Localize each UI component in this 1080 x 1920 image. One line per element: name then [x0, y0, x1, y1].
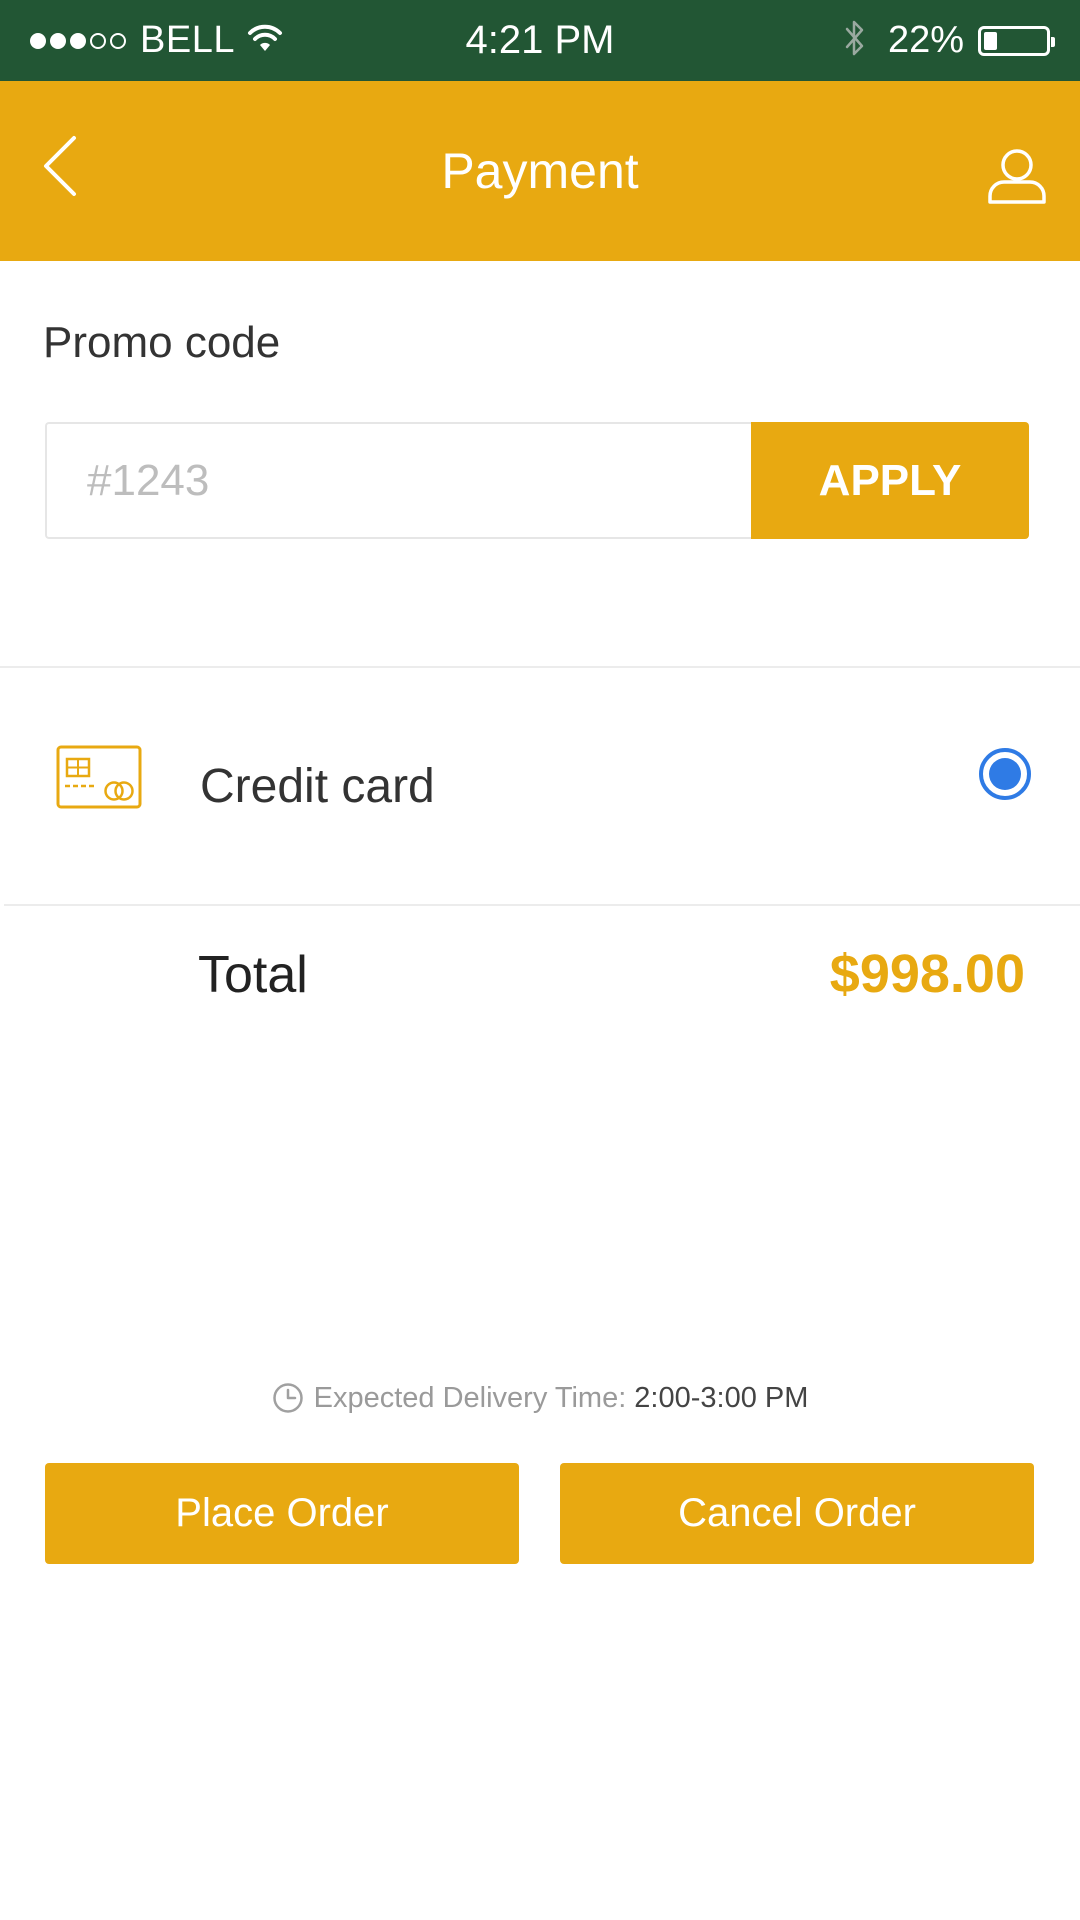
- wifi-icon: [247, 23, 283, 58]
- status-bar-right: 22%: [844, 0, 1055, 81]
- profile-button[interactable]: [982, 141, 1052, 211]
- clock-icon: [272, 1382, 304, 1414]
- divider: [4, 904, 1080, 906]
- cancel-order-button[interactable]: Cancel Order: [560, 1463, 1034, 1564]
- signal-dot: [70, 32, 86, 49]
- signal-strength-icon: [30, 32, 130, 49]
- promo-code-label: Promo code: [43, 318, 281, 367]
- status-bar-left: BELL: [30, 0, 283, 81]
- place-order-button[interactable]: Place Order: [45, 1463, 519, 1564]
- total-amount: $998.00: [829, 944, 1025, 1004]
- battery-fill: [984, 31, 997, 50]
- page-title: Payment: [441, 143, 639, 199]
- apply-button[interactable]: APPLY: [751, 422, 1029, 539]
- battery-icon: [978, 25, 1055, 56]
- promo-code-input[interactable]: [45, 422, 751, 539]
- chevron-left-icon: [44, 136, 76, 196]
- signal-dot: [90, 32, 106, 49]
- back-button[interactable]: [30, 126, 90, 206]
- delivery-time-value: 2:00-3:00 PM: [634, 1381, 809, 1414]
- battery-tip: [1051, 36, 1055, 47]
- payment-screen: BELL 4:21 PM 22% Payment Promo code #124…: [0, 0, 1080, 1920]
- user-icon: [988, 149, 1046, 204]
- app-header: Payment: [0, 81, 1080, 261]
- payment-method-radio[interactable]: [979, 748, 1031, 800]
- divider: [0, 666, 1080, 668]
- bluetooth-icon: [844, 18, 866, 63]
- signal-dot: [110, 32, 126, 49]
- credit-card-icon: [56, 745, 142, 814]
- carrier-name: BELL: [140, 19, 235, 61]
- total-label: Total: [198, 946, 308, 1004]
- radio-selected-dot: [989, 758, 1021, 790]
- signal-dot: [30, 32, 46, 49]
- battery-percentage: 22%: [887, 19, 964, 61]
- signal-dot: [50, 32, 66, 49]
- payment-method-label: Credit card: [200, 760, 435, 813]
- expected-delivery: Expected Delivery Time: 2:00-3:00 PM: [0, 1378, 1080, 1418]
- delivery-time-label: Expected Delivery Time:: [313, 1381, 627, 1414]
- payment-method-credit-card[interactable]: Credit card: [0, 670, 1080, 904]
- status-bar: BELL 4:21 PM 22%: [0, 0, 1080, 81]
